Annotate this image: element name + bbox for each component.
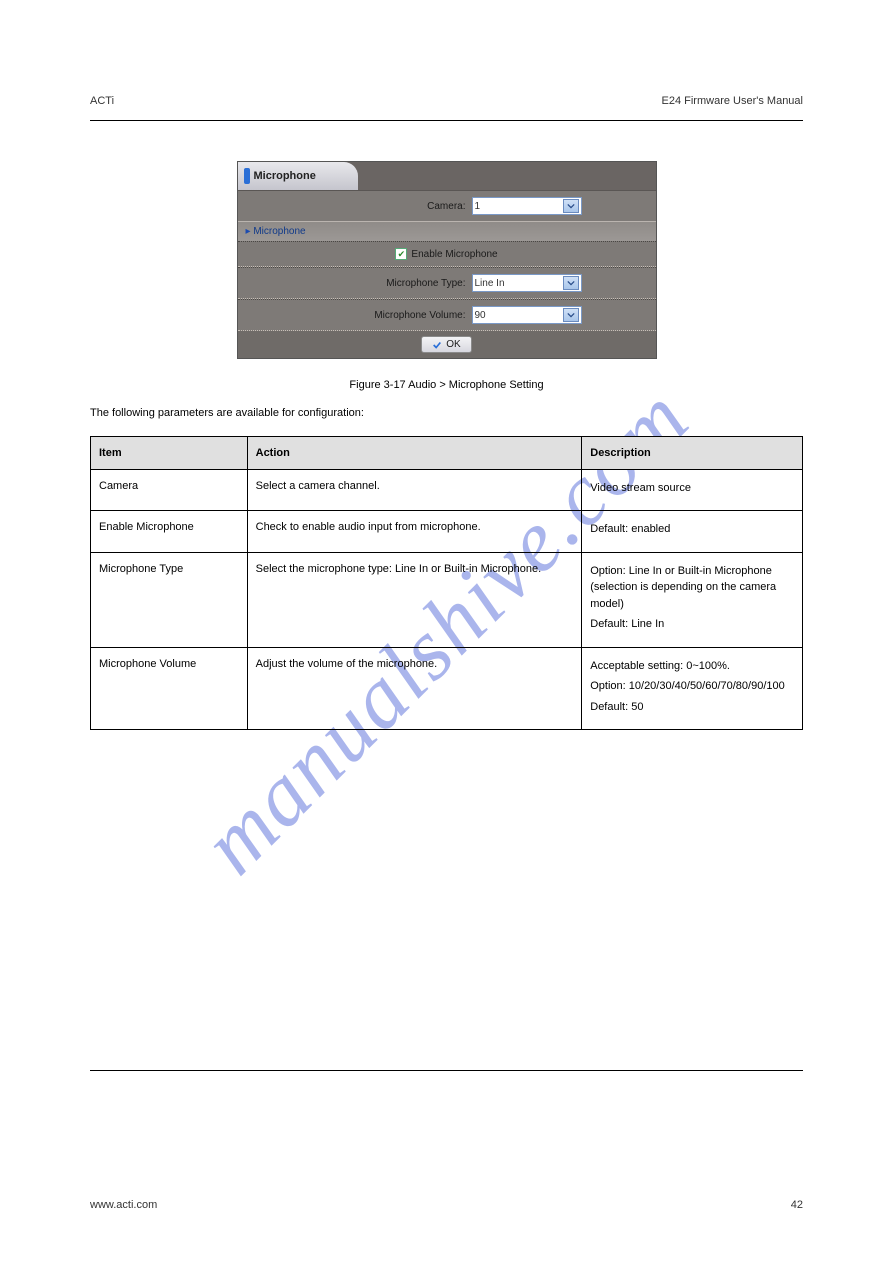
tab-microphone[interactable]: Microphone bbox=[238, 162, 358, 190]
page: manualshive.com ACTi E24 Firmware User's… bbox=[0, 0, 893, 1263]
table-header-row: Item Action Description bbox=[91, 436, 803, 469]
th-item: Item bbox=[91, 436, 248, 469]
ok-row: OK bbox=[238, 331, 656, 358]
table-row: Enable Microphone Check to enable audio … bbox=[91, 511, 803, 553]
top-rule bbox=[90, 120, 803, 121]
check-icon bbox=[432, 340, 442, 350]
panel-body: Camera: 1 ▸ Microphone ✔ Enable Micropho… bbox=[238, 190, 656, 358]
cell-action: Adjust the volume of the microphone. bbox=[247, 647, 582, 730]
header-right: E24 Firmware User's Manual bbox=[662, 95, 803, 107]
cell-desc: Default: enabled bbox=[582, 511, 803, 553]
cell-desc: Acceptable setting: 0~100%. Option: 10/2… bbox=[582, 647, 803, 730]
section-label: Microphone bbox=[253, 226, 305, 237]
tab-label: Microphone bbox=[254, 170, 316, 182]
header-left: ACTi bbox=[90, 95, 114, 107]
camera-value: 1 bbox=[475, 201, 481, 212]
tab-accent-icon bbox=[244, 168, 250, 184]
type-row: Microphone Type: Line In bbox=[238, 267, 656, 299]
microphone-panel: Microphone Camera: 1 ▸ Microphone bbox=[237, 161, 657, 359]
volume-label: Microphone Volume: bbox=[312, 310, 472, 321]
parameter-table: Item Action Description Camera Select a … bbox=[90, 436, 803, 731]
chevron-down-icon bbox=[563, 199, 579, 213]
section-header[interactable]: ▸ Microphone bbox=[238, 222, 656, 241]
enable-checkbox[interactable]: ✔ bbox=[395, 248, 407, 260]
table-row: Microphone Type Select the microphone ty… bbox=[91, 552, 803, 647]
cell-item: Camera bbox=[91, 469, 248, 511]
cell-desc: Video stream source bbox=[582, 469, 803, 511]
volume-value: 90 bbox=[475, 310, 486, 321]
enable-row: ✔ Enable Microphone bbox=[238, 241, 656, 267]
figure-caption: Figure 3-17 Audio > Microphone Setting bbox=[90, 379, 803, 391]
cell-item: Microphone Volume bbox=[91, 647, 248, 730]
th-action: Action bbox=[247, 436, 582, 469]
bottom-rule bbox=[90, 1070, 803, 1071]
volume-row: Microphone Volume: 90 bbox=[238, 299, 656, 331]
camera-row: Camera: 1 bbox=[238, 190, 656, 222]
table-row: Microphone Volume Adjust the volume of t… bbox=[91, 647, 803, 730]
page-header: ACTi E24 Firmware User's Manual bbox=[90, 95, 803, 107]
chevron-down-icon bbox=[563, 276, 579, 290]
chevron-down-icon bbox=[563, 308, 579, 322]
camera-select[interactable]: 1 bbox=[472, 197, 582, 215]
camera-label: Camera: bbox=[312, 201, 472, 212]
enable-label: Enable Microphone bbox=[411, 249, 497, 260]
cell-item: Microphone Type bbox=[91, 552, 248, 647]
page-footer: www.acti.com 42 bbox=[90, 1199, 803, 1211]
type-value: Line In bbox=[475, 278, 505, 289]
type-label: Microphone Type: bbox=[312, 278, 472, 289]
volume-select[interactable]: 90 bbox=[472, 306, 582, 324]
cell-action: Select a camera channel. bbox=[247, 469, 582, 511]
tab-row: Microphone bbox=[238, 162, 656, 190]
cell-action: Select the microphone type: Line In or B… bbox=[247, 552, 582, 647]
ok-button[interactable]: OK bbox=[421, 336, 471, 353]
table-row: Camera Select a camera channel. Video st… bbox=[91, 469, 803, 511]
ok-label: OK bbox=[446, 339, 460, 350]
intro-paragraph: The following parameters are available f… bbox=[90, 405, 803, 422]
footer-left: www.acti.com bbox=[90, 1199, 157, 1211]
th-description: Description bbox=[582, 436, 803, 469]
footer-right: 42 bbox=[791, 1199, 803, 1211]
type-select[interactable]: Line In bbox=[472, 274, 582, 292]
cell-desc: Option: Line In or Built-in Microphone (… bbox=[582, 552, 803, 647]
cell-action: Check to enable audio input from microph… bbox=[247, 511, 582, 553]
cell-item: Enable Microphone bbox=[91, 511, 248, 553]
content-area: ACTi E24 Firmware User's Manual Micropho… bbox=[0, 0, 893, 1131]
